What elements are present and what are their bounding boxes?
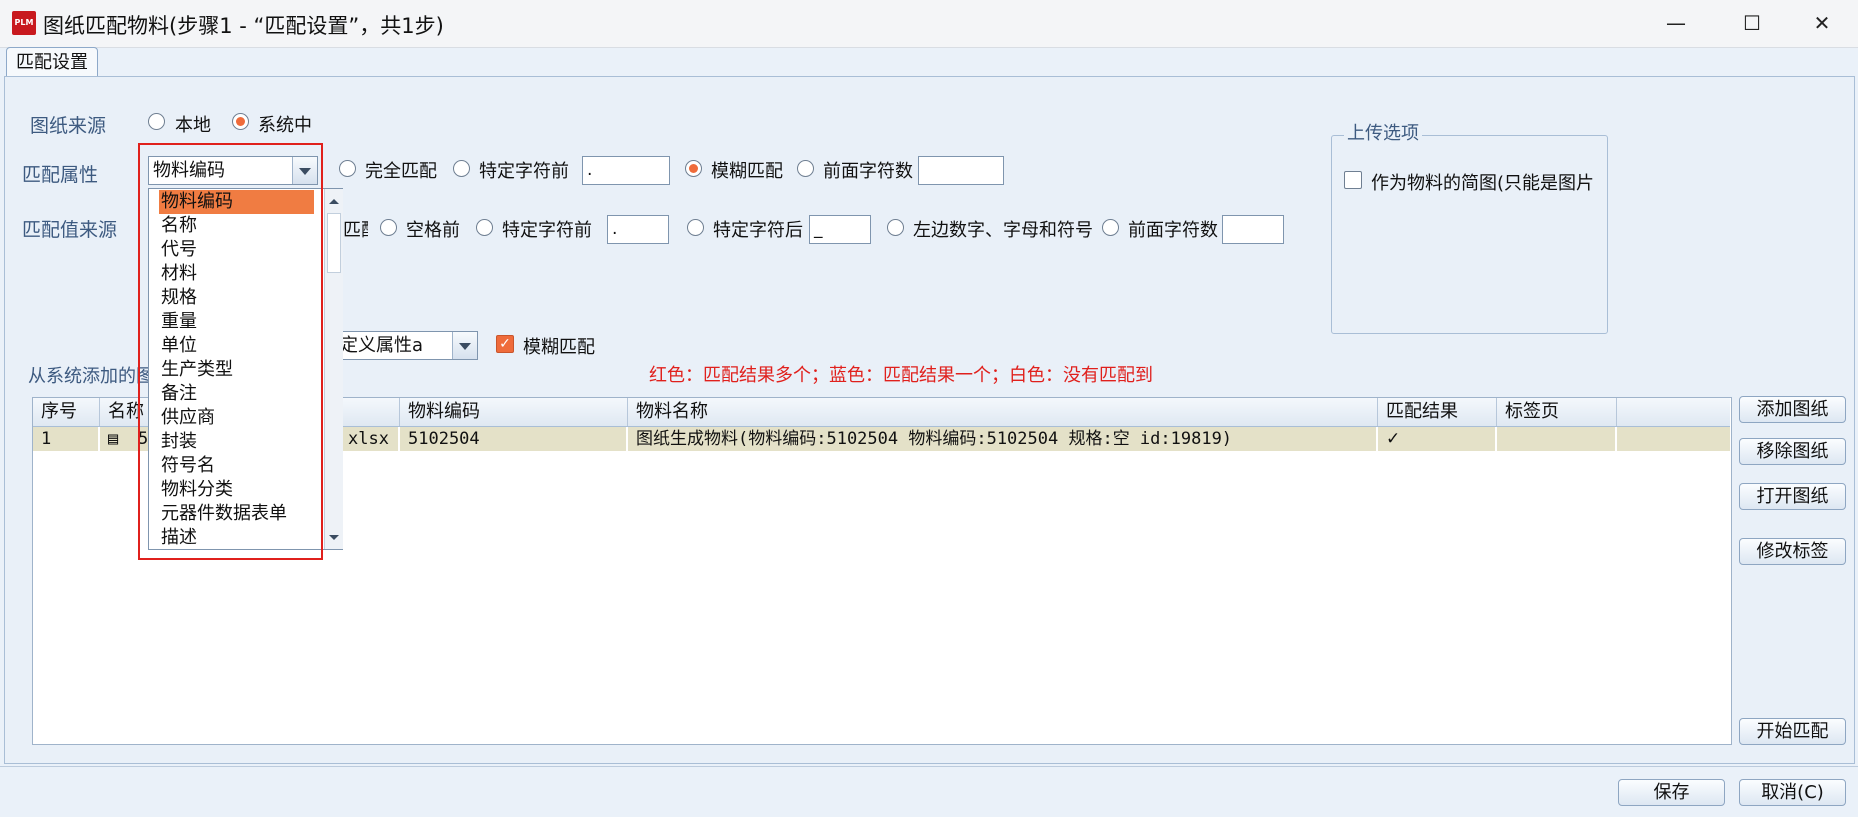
fuzzy-checkbox-label: 模糊匹配 [523,337,595,358]
cell-tab-page [1497,427,1617,451]
add-drawing-button[interactable]: 添加图纸 [1739,396,1846,423]
close-button[interactable]: ✕ [1786,0,1858,47]
custom-attr-value: 定义属性a [340,335,424,356]
cell-name-ext: xlsx [340,427,400,451]
added-from-system-label: 从系统添加的图 [28,366,148,387]
attr-full-label: 完全匹配 [365,161,437,182]
col-result[interactable]: 匹配结果 [1378,398,1497,426]
maximize-button[interactable]: ☐ [1716,0,1788,47]
cell-material-name: 图纸生成物料(物料编码:5102504 物料编码:5102504 规格:空 id… [628,427,1378,451]
col-code[interactable]: 物料编码 [400,398,628,426]
value-full-label: 匹配 [343,220,368,241]
value-after-char-label: 特定字符后 [713,220,803,241]
col-tab-page[interactable]: 标签页 [1497,398,1617,426]
scroll-thumb[interactable] [327,213,341,273]
thumbnail-checkbox[interactable] [1344,171,1362,189]
app-logo-icon: PLM [12,11,36,35]
upload-options-group [1331,135,1608,334]
value-prefix-len-radio[interactable] [1102,219,1119,236]
minimize-button[interactable]: — [1640,0,1712,47]
source-local-label: 本地 [175,115,211,136]
cancel-button[interactable]: 取消(C) [1739,779,1846,806]
attr-fuzzy-label: 模糊匹配 [711,161,783,182]
source-local-radio[interactable] [148,113,165,130]
attr-prefix-len-input[interactable] [918,156,1004,185]
col-index[interactable]: 序号 [33,398,100,426]
value-before-char-label: 特定字符前 [502,220,592,241]
cell-index: 1 [33,427,100,451]
value-after-char-radio[interactable] [687,219,704,236]
attr-full-radio[interactable] [339,160,356,177]
value-after-char-input[interactable]: _ [809,215,871,244]
edit-tag-button[interactable]: 修改标签 [1739,538,1846,565]
dropdown-scrollbar[interactable] [324,189,343,549]
value-source-label: 匹配值来源 [22,219,118,241]
source-label: 图纸来源 [30,115,107,137]
attr-fuzzy-radio[interactable] [685,160,702,177]
save-button[interactable]: 保存 [1618,779,1725,806]
custom-attr-select[interactable]: 定义属性a [335,331,478,360]
attr-before-char-input[interactable]: . [582,156,670,185]
source-system-label: 系统中 [258,115,312,136]
value-space-label: 空格前 [406,220,460,241]
value-left-digits-radio[interactable] [887,219,904,236]
value-before-char-input[interactable]: . [607,215,669,244]
value-prefix-len-input[interactable] [1222,215,1284,244]
scroll-down-icon[interactable] [329,535,339,540]
cell-code: 5102504 [400,427,628,451]
match-attr-label: 匹配属性 [22,164,99,186]
check-icon: ✓ [1378,427,1497,451]
tab-match-settings[interactable]: 匹配设置 [6,47,98,77]
upload-options-title: 上传选项 [1344,119,1422,145]
attr-before-char-radio[interactable] [453,160,470,177]
legend-note: 红色：匹配结果多个；蓝色：匹配结果一个；白色：没有匹配到 [649,365,1153,386]
scroll-up-icon[interactable] [329,199,339,204]
window-title: 图纸匹配物料(步骤1 - “匹配设置”，共1步) [43,14,444,38]
thumbnail-label: 作为物料的简图(只能是图片 [1371,173,1595,194]
chevron-down-icon[interactable] [452,332,477,359]
start-match-button[interactable]: 开始匹配 [1739,718,1846,745]
fuzzy-checkbox[interactable]: ✓ [496,335,514,353]
footer-divider [0,766,1858,767]
value-prefix-len-label: 前面字符数 [1128,220,1218,241]
value-left-digits-label: 左边数字、字母和符号 [913,220,1093,241]
remove-drawing-button[interactable]: 移除图纸 [1739,438,1846,465]
value-space-radio[interactable] [380,219,397,236]
attr-before-char-label: 特定字符前 [479,161,569,182]
annotation-highlight-box [138,143,323,560]
attr-prefix-len-label: 前面字符数 [823,161,913,182]
value-before-char-radio[interactable] [476,219,493,236]
source-system-radio[interactable] [232,113,249,130]
attr-prefix-len-radio[interactable] [797,160,814,177]
open-drawing-button[interactable]: 打开图纸 [1739,483,1846,510]
col-material-name[interactable]: 物料名称 [628,398,1378,426]
